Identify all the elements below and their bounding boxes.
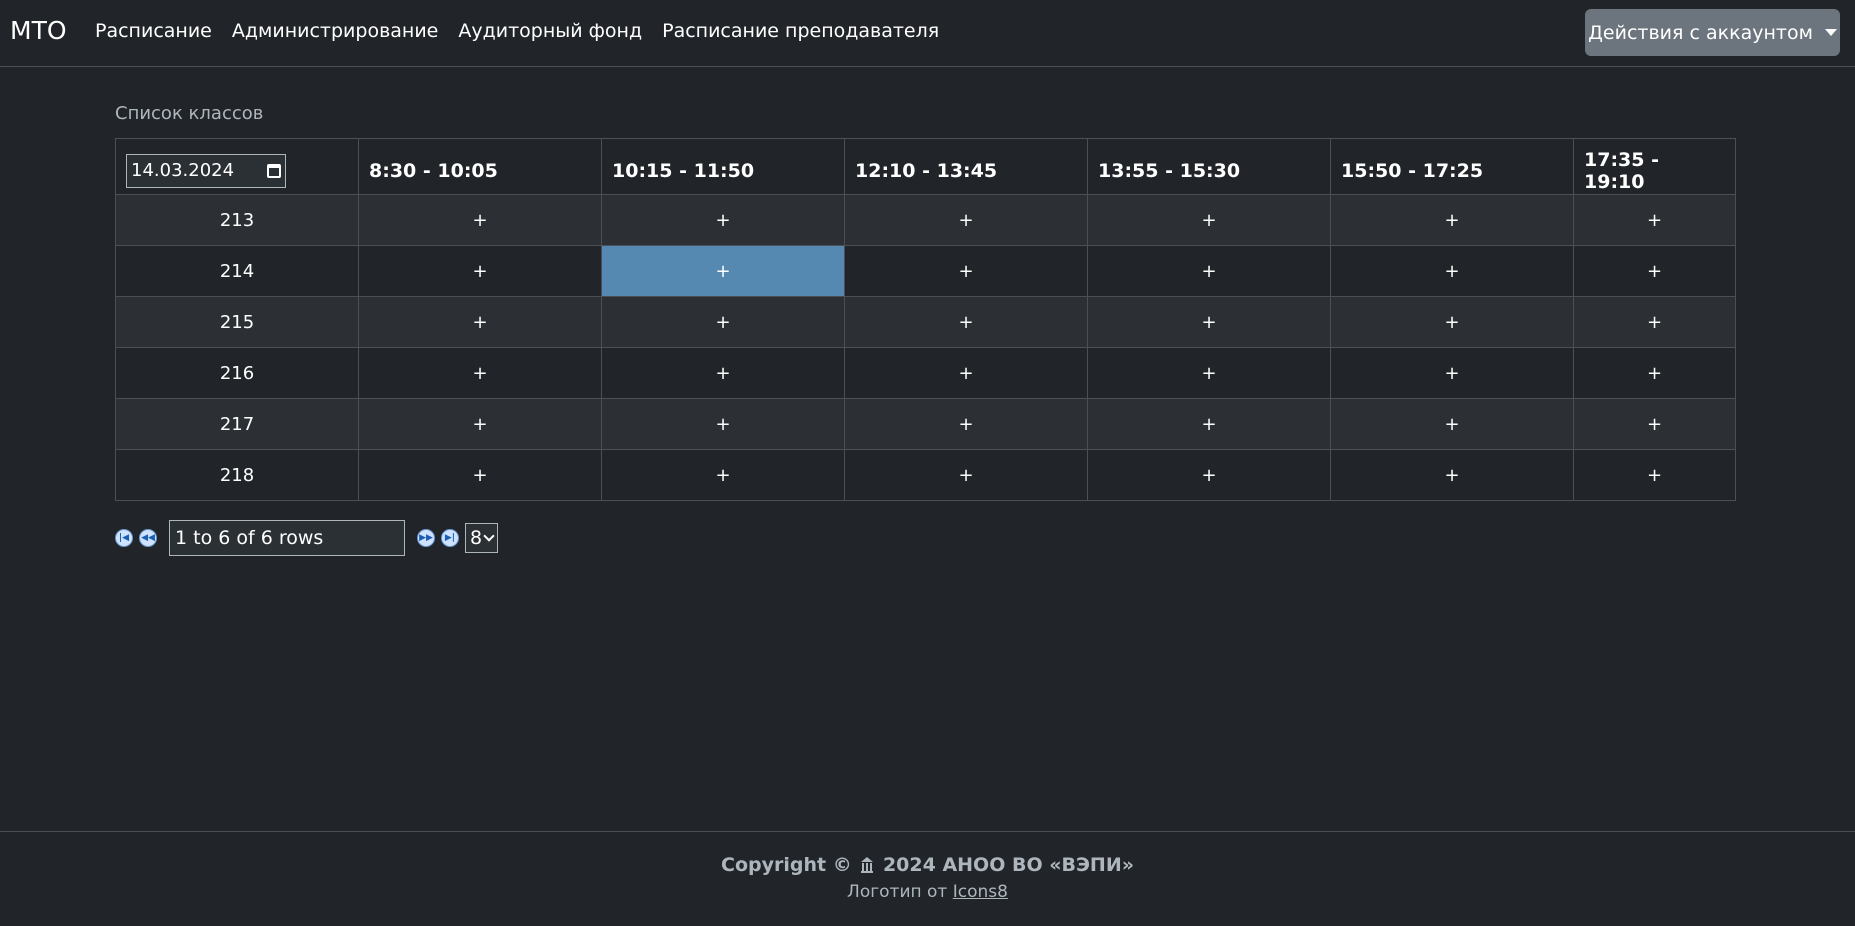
add-booking-cell[interactable]: + [601, 296, 845, 348]
navbar: МТО Расписание Администрирование Аудитор… [0, 0, 1855, 67]
add-booking-cell[interactable]: + [1573, 296, 1736, 348]
add-booking-cell[interactable]: + [1330, 398, 1574, 450]
add-booking-cell[interactable]: + [1087, 194, 1331, 246]
calendar-icon[interactable] [267, 163, 281, 178]
copyright: Copyright © 2024 АНОО ВО «ВЭПИ» [0, 854, 1855, 876]
add-booking-cell[interactable]: + [1573, 245, 1736, 297]
logo-credits: Логотип от Icons8 [0, 882, 1855, 902]
time-slot-header: 13:55 - 15:30 [1087, 138, 1331, 195]
add-booking-cell[interactable]: + [1087, 398, 1331, 450]
table-row: 214 + + + + + + [115, 245, 1736, 297]
room-number-cell: 214 [115, 245, 359, 297]
add-booking-cell[interactable]: + [1330, 245, 1574, 297]
time-slot-header: 8:30 - 10:05 [358, 138, 602, 195]
add-booking-cell[interactable]: + [1330, 449, 1574, 501]
table-row: 213 + + + + + + [115, 194, 1736, 246]
next-page-icon[interactable]: ▶▶ [417, 529, 435, 547]
page-size-value: 8 [470, 527, 483, 549]
date-value: 14.03.2024 [131, 160, 235, 181]
add-booking-cell[interactable]: + [358, 347, 602, 399]
add-booking-cell[interactable]: + [844, 194, 1088, 246]
add-booking-cell[interactable]: + [601, 194, 845, 246]
brand-link[interactable]: МТО [10, 16, 67, 45]
add-booking-cell[interactable]: + [844, 449, 1088, 501]
first-page-icon[interactable]: |◀ [115, 529, 133, 547]
add-booking-cell[interactable]: + [844, 347, 1088, 399]
add-booking-cell[interactable]: + [1573, 194, 1736, 246]
footer: Copyright © 2024 АНОО ВО «ВЭПИ» Логотип … [0, 831, 1855, 926]
chevron-down-icon [483, 530, 495, 542]
caret-down-icon [1824, 29, 1837, 36]
add-booking-cell[interactable]: + [601, 245, 845, 297]
room-number-cell: 217 [115, 398, 359, 450]
room-number-cell: 216 [115, 347, 359, 399]
table-row: 216 + + + + + + [115, 347, 1736, 399]
room-number-cell: 218 [115, 449, 359, 501]
add-booking-cell[interactable]: + [358, 398, 602, 450]
room-number-cell: 213 [115, 194, 359, 246]
add-booking-cell[interactable]: + [1573, 449, 1736, 501]
add-booking-cell[interactable]: + [358, 245, 602, 297]
nav-link-schedule[interactable]: Расписание [95, 20, 212, 42]
add-booking-cell[interactable]: + [1330, 296, 1574, 348]
add-booking-cell[interactable]: + [358, 449, 602, 501]
page-info-field[interactable]: 1 to 6 of 6 rows [169, 520, 405, 556]
account-actions-label: Действия с аккаунтом [1588, 21, 1813, 44]
add-booking-cell[interactable]: + [1573, 347, 1736, 399]
add-booking-cell[interactable]: + [358, 296, 602, 348]
time-slot-header: 10:15 - 11:50 [601, 138, 845, 195]
table-body: 213 + + + + + +214 + + + + + +215 + + + + + +216 + + + + + +217 +… [115, 194, 1736, 501]
add-booking-cell[interactable]: + [844, 296, 1088, 348]
copyright-prefix: Copyright © [721, 854, 852, 876]
add-booking-cell[interactable]: + [844, 245, 1088, 297]
add-booking-cell[interactable]: + [358, 194, 602, 246]
date-input[interactable]: 14.03.2024 [126, 153, 286, 188]
add-booking-cell[interactable]: + [1087, 449, 1331, 501]
add-booking-cell[interactable]: + [1330, 347, 1574, 399]
add-booking-cell[interactable]: + [601, 449, 845, 501]
room-number-cell: 215 [115, 296, 359, 348]
add-booking-cell[interactable]: + [601, 398, 845, 450]
time-slot-header: 12:10 - 13:45 [844, 138, 1088, 195]
add-booking-cell[interactable]: + [1087, 347, 1331, 399]
time-slot-header: 17:35 - 19:10 [1573, 138, 1736, 195]
add-booking-cell[interactable]: + [1087, 245, 1331, 297]
add-booking-cell[interactable]: + [1330, 194, 1574, 246]
university-logo-icon [860, 856, 874, 874]
page-size-select[interactable]: 8 [465, 523, 499, 553]
date-header-cell: 14.03.2024 [115, 138, 359, 195]
table-row: 215 + + + + + + [115, 296, 1736, 348]
section-title: Список классов [115, 103, 264, 124]
icons8-link[interactable]: Icons8 [953, 882, 1008, 902]
nav-link-teacher-schedule[interactable]: Расписание преподавателя [662, 20, 939, 42]
prev-page-icon[interactable]: ◀◀ [139, 529, 157, 547]
schedule-table: 14.03.2024 8:30 - 10:05 10:15 - 11:50 12… [115, 138, 1736, 501]
last-page-icon[interactable]: ▶| [441, 529, 459, 547]
pagination: |◀ ◀◀ 1 to 6 of 6 rows ▶▶ ▶| 8 [115, 520, 499, 556]
nav-link-classroom-fund[interactable]: Аудиторный фонд [458, 20, 642, 42]
logo-credits-label: Логотип от [847, 882, 948, 902]
copyright-suffix: 2024 АНОО ВО «ВЭПИ» [882, 854, 1134, 876]
table-row: 218 + + + + + + [115, 449, 1736, 501]
time-slot-header: 15:50 - 17:25 [1330, 138, 1574, 195]
table-row: 217 + + + + + + [115, 398, 1736, 450]
nav-link-administration[interactable]: Администрирование [232, 20, 439, 42]
add-booking-cell[interactable]: + [1087, 296, 1331, 348]
add-booking-cell[interactable]: + [601, 347, 845, 399]
account-actions-dropdown[interactable]: Действия с аккаунтом [1585, 9, 1840, 56]
table-header-row: 14.03.2024 8:30 - 10:05 10:15 - 11:50 12… [115, 138, 1736, 195]
add-booking-cell[interactable]: + [1573, 398, 1736, 450]
nav-links: Расписание Администрирование Аудиторный … [95, 20, 959, 42]
add-booking-cell[interactable]: + [844, 398, 1088, 450]
